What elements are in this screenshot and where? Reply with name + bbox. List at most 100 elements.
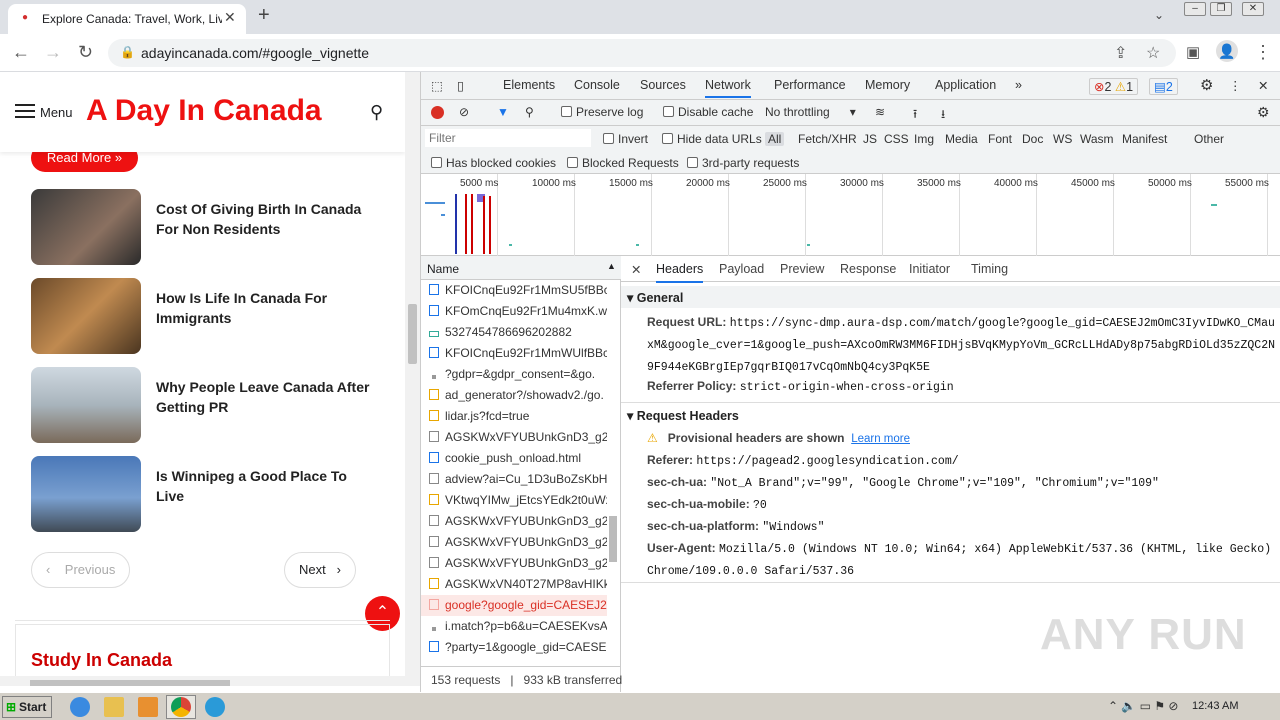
general-section-header[interactable]: ▾ General — [621, 286, 1280, 308]
request-headers-section-header[interactable]: ▾ Request Headers — [621, 404, 1280, 426]
start-button[interactable]: ⊞ Start — [2, 696, 52, 718]
horizontal-scrollbar[interactable] — [0, 676, 405, 686]
request-row[interactable]: ?party=1&google_gid=CAESE — [421, 637, 607, 658]
tab-preview[interactable]: Preview — [780, 262, 824, 276]
previous-page-button[interactable]: ‹ Previous — [31, 552, 131, 588]
network-overview-timeline[interactable]: 5000 ms 10000 ms 15000 ms 20000 ms 25000… — [421, 174, 1280, 256]
invert-checkbox[interactable]: Invert — [603, 132, 648, 146]
tab-memory[interactable]: Memory — [865, 78, 910, 92]
more-tabs-icon[interactable]: » — [1015, 78, 1022, 92]
close-detail-icon[interactable]: ✕ — [631, 262, 641, 277]
tab-payload[interactable]: Payload — [719, 262, 764, 276]
devtools-menu-icon[interactable]: ⋮ — [1229, 78, 1242, 93]
settings-gear-icon[interactable]: ⚙ — [1200, 76, 1213, 94]
learn-more-link[interactable]: Learn more — [851, 433, 910, 445]
share-icon[interactable]: ⇪ — [1114, 43, 1127, 63]
request-row[interactable]: AGSKWxVN40T27MP8avHIKk — [421, 574, 607, 595]
chrome-taskbar-button[interactable] — [166, 695, 196, 719]
type-filter-js[interactable]: JS — [863, 132, 877, 146]
scroll-thumb[interactable] — [609, 516, 617, 562]
tab-response[interactable]: Response — [840, 262, 896, 276]
bookmark-star-icon[interactable]: ☆ — [1146, 43, 1160, 63]
close-tab-icon[interactable]: ✕ — [224, 9, 236, 26]
request-row[interactable]: AGSKWxVFYUBUnkGnD3_g2.. — [421, 511, 607, 532]
tab-elements[interactable]: Elements — [503, 78, 555, 92]
messages-counter[interactable]: ▤2 — [1149, 78, 1178, 95]
type-filter-wasm[interactable]: Wasm — [1080, 132, 1114, 146]
post-item[interactable]: Is Winnipeg a Good Place To Live — [31, 456, 391, 532]
explorer-icon[interactable] — [104, 697, 124, 717]
request-row[interactable]: AGSKWxVFYUBUnkGnD3_g2.. — [421, 427, 607, 448]
type-filter-doc[interactable]: Doc — [1022, 132, 1043, 146]
edge-icon[interactable] — [205, 697, 225, 717]
forward-icon[interactable]: → — [44, 42, 62, 63]
request-list-scrollbar[interactable] — [607, 280, 619, 660]
name-column-header[interactable]: Name ▲ — [421, 256, 621, 280]
site-logo[interactable]: A Day In Canada — [86, 94, 322, 128]
export-har-icon[interactable]: ⭳ — [941, 105, 945, 126]
blocked-cookies-checkbox[interactable]: Has blocked cookies — [431, 156, 556, 170]
tab-application[interactable]: Application — [935, 78, 996, 92]
type-filter-css[interactable]: CSS — [884, 132, 909, 146]
network-conditions-icon[interactable]: ≋ — [875, 105, 885, 119]
page-scrollbar[interactable] — [405, 72, 420, 686]
post-item[interactable]: Why People Leave Canada After Getting PR — [31, 367, 391, 443]
tray-icons[interactable]: ⌃ 🔈 ▭ ⚑ ⊘ — [1108, 699, 1178, 713]
menu-label[interactable]: Menu — [40, 105, 73, 120]
scroll-thumb[interactable] — [30, 680, 230, 686]
request-row-selected[interactable]: google?google_gid=CAESEJ2 — [421, 595, 607, 616]
post-item[interactable]: How Is Life In Canada For Immigrants — [31, 278, 391, 354]
post-thumbnail[interactable] — [31, 189, 141, 265]
media-player-icon[interactable] — [138, 697, 158, 717]
clear-icon[interactable]: ⊘ — [459, 105, 469, 119]
throttling-select[interactable]: No throttling ▾ — [765, 105, 856, 119]
type-filter-other[interactable]: Other — [1194, 132, 1224, 146]
network-settings-icon[interactable]: ⚙ — [1257, 104, 1270, 121]
request-row[interactable]: AGSKWxVFYUBUnkGnD3_g2.. — [421, 553, 607, 574]
record-icon[interactable] — [431, 106, 444, 119]
preserve-log-checkbox[interactable]: Preserve log — [561, 105, 643, 119]
side-panel-icon[interactable]: ▣ — [1186, 43, 1200, 61]
reload-icon[interactable]: ↻ — [78, 42, 93, 63]
request-row[interactable]: 5327454786696202882 — [421, 322, 607, 343]
scroll-thumb[interactable] — [408, 304, 417, 364]
type-filter-fetch[interactable]: Fetch/XHR — [798, 132, 857, 146]
tab-initiator[interactable]: Initiator — [909, 262, 950, 276]
request-row[interactable]: i.match?p=b6&u=CAESEKvsA — [421, 616, 607, 637]
inspect-icon[interactable]: ⬚ — [431, 78, 443, 93]
tab-search-icon[interactable]: ⌄ — [1154, 8, 1164, 22]
post-title[interactable]: How Is Life In Canada For Immigrants — [156, 288, 376, 328]
request-row[interactable]: ad_generator?/showadv2./go. — [421, 385, 607, 406]
tab-timing[interactable]: Timing — [971, 262, 1008, 276]
type-filter-all[interactable]: All — [765, 132, 785, 146]
third-party-checkbox[interactable]: 3rd-party requests — [687, 156, 799, 170]
hide-data-urls-checkbox[interactable]: Hide data URLs — [662, 132, 762, 146]
post-item[interactable]: Cost Of Giving Birth In Canada For Non R… — [31, 189, 391, 265]
clock[interactable]: 12:43 AM — [1192, 700, 1238, 712]
type-filter-media[interactable]: Media — [945, 132, 978, 146]
request-row[interactable]: lidar.js?fcd=true — [421, 406, 607, 427]
request-row[interactable]: adview?ai=Cu_1D3uBoZsKbH — [421, 469, 607, 490]
tab-headers[interactable]: Headers — [656, 262, 704, 283]
request-row[interactable]: cookie_push_onload.html — [421, 448, 607, 469]
tab-console[interactable]: Console — [574, 78, 620, 92]
search-icon[interactable]: ⚲ — [525, 105, 534, 119]
request-row[interactable]: ?gdpr=&gdpr_consent=&go. — [421, 364, 607, 385]
close-devtools-icon[interactable]: ✕ — [1258, 78, 1268, 93]
post-title[interactable]: Cost Of Giving Birth In Canada For Non R… — [156, 199, 376, 239]
tab-network[interactable]: Network — [705, 78, 751, 98]
tab-performance[interactable]: Performance — [774, 78, 846, 92]
post-title[interactable]: Why People Leave Canada After Getting PR — [156, 377, 376, 417]
request-row[interactable]: VKtwqYIMw_jEtcsYEdk2t0uWx — [421, 490, 607, 511]
browser-tab[interactable]: ● Explore Canada: Travel, Work, Live, ✕ — [8, 4, 246, 34]
request-row[interactable]: AGSKWxVFYUBUnkGnD3_g2.. — [421, 532, 607, 553]
back-icon[interactable]: ← — [12, 42, 30, 63]
filter-input[interactable] — [425, 129, 591, 147]
disable-cache-checkbox[interactable]: Disable cache — [663, 105, 753, 119]
address-bar[interactable]: 🔒 adayincanada.com/#google_vignette ⇪ ☆ — [108, 39, 1176, 67]
type-filter-img[interactable]: Img — [914, 132, 934, 146]
maximize-button[interactable]: ❐ — [1210, 2, 1232, 16]
filter-icon[interactable]: ▼ — [497, 105, 509, 119]
ie-icon[interactable] — [70, 697, 90, 717]
type-filter-manifest[interactable]: Manifest — [1122, 132, 1167, 146]
